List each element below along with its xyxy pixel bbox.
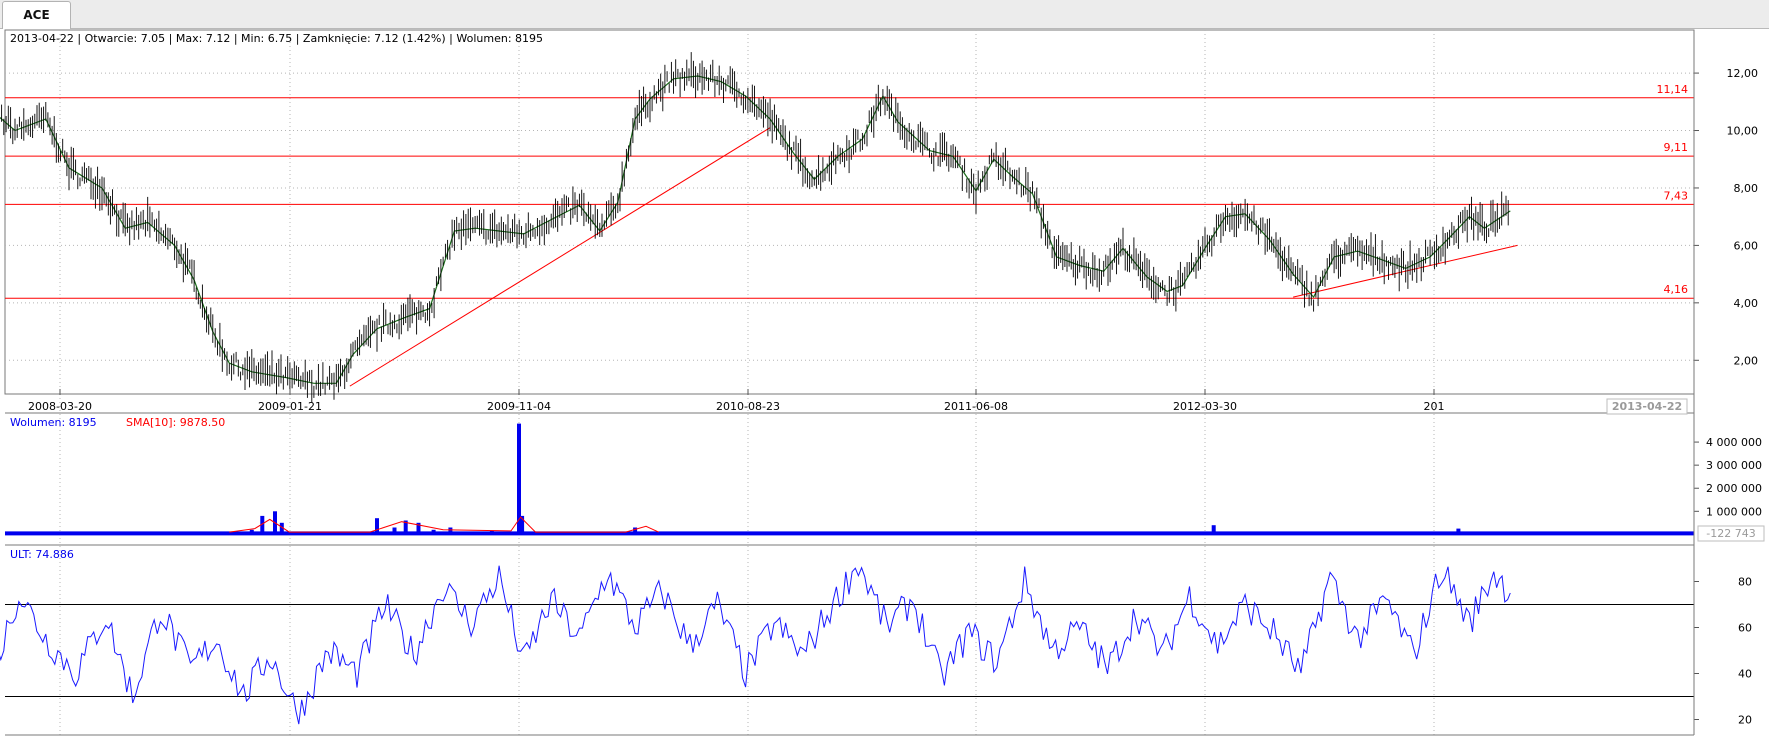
price-panel[interactable] (4, 29, 1695, 395)
volume-bar (1211, 525, 1216, 535)
sma-line (229, 516, 659, 533)
volume-bar (392, 527, 397, 535)
volume-sma-line (229, 516, 659, 533)
x-tick-label: 2012-03-30 (1173, 400, 1237, 413)
volume-bar (249, 529, 254, 535)
tab-bar: ACE (0, 0, 1769, 29)
y-tick-label: 2 000 000 (1706, 482, 1762, 495)
y-tick-label: 40 (1738, 668, 1752, 681)
volume-bar (1456, 528, 1461, 535)
y-tick-label: 8,00 (1734, 182, 1759, 195)
volume-y-axis: 1 000 000 2 000 000 3 000 000 4 000 000 (1694, 436, 1762, 518)
y-tick-label: 6,00 (1734, 239, 1759, 252)
x-tick-label: 2010-08-23 (716, 400, 780, 413)
y-tick-label: 60 (1738, 622, 1752, 635)
y-tick-label: 20 (1738, 714, 1752, 727)
y-tick-label: 12,00 (1727, 67, 1759, 80)
x-tick-label: 2008-03-20 (28, 400, 92, 413)
y-tick-label: 80 (1738, 576, 1752, 589)
y-tick-label: 2,00 (1734, 354, 1759, 367)
cursor-date-label: 2013-04-22 (1612, 400, 1682, 413)
y-tick-label: 3 000 000 (1706, 459, 1762, 472)
volume-bar (431, 529, 436, 535)
y-tick-label: 10,00 (1727, 125, 1759, 138)
volume-baseline-bars (5, 531, 1694, 536)
x-tick-label: 2009-11-04 (487, 400, 551, 413)
volume-legend: Wolumen: 8195 (10, 416, 97, 429)
level-label: 11,14 (1657, 83, 1689, 96)
volume-bar (375, 518, 379, 535)
volume-bars (5, 423, 1694, 536)
ult-legend: ULT: 74.886 (10, 548, 74, 561)
ult-grid (5, 604, 1694, 697)
ult-line (0, 565, 1511, 725)
y-tick-label: 4 000 000 (1706, 436, 1762, 449)
y-tick-label: 1 000 000 (1706, 505, 1762, 518)
level-label: 4,16 (1664, 283, 1689, 296)
x-tick-label: 2009-01-21 (258, 400, 322, 413)
price-y-axis: 2,00 4,00 6,00 8,00 10,00 12,00 (1694, 67, 1758, 367)
ult-series (0, 565, 1511, 725)
level-label: 7,43 (1664, 189, 1689, 202)
y-tick-label: 4,00 (1734, 297, 1759, 310)
cursor-volume-label: -122 743 (1706, 527, 1755, 540)
ohlc-info-line: 2013-04-22 | Otwarcie: 7.05 | Max: 7.12 … (10, 32, 543, 45)
tab-ace[interactable]: ACE (2, 1, 71, 29)
sma-legend: SMA[10]: 9878.50 (126, 416, 225, 429)
x-tick-label: 201 (1424, 400, 1445, 413)
x-tick-label: 2011-06-08 (944, 400, 1008, 413)
level-label: 9,11 (1664, 141, 1689, 154)
stock-chart[interactable]: 11,14 9,11 7,43 4,16 2,00 4,00 6,00 8,00 10,00 1… (0, 29, 1769, 738)
ult-y-axis: 20 40 60 80 (1694, 576, 1752, 727)
volume-bar (489, 530, 494, 535)
volume-bar (448, 527, 453, 535)
